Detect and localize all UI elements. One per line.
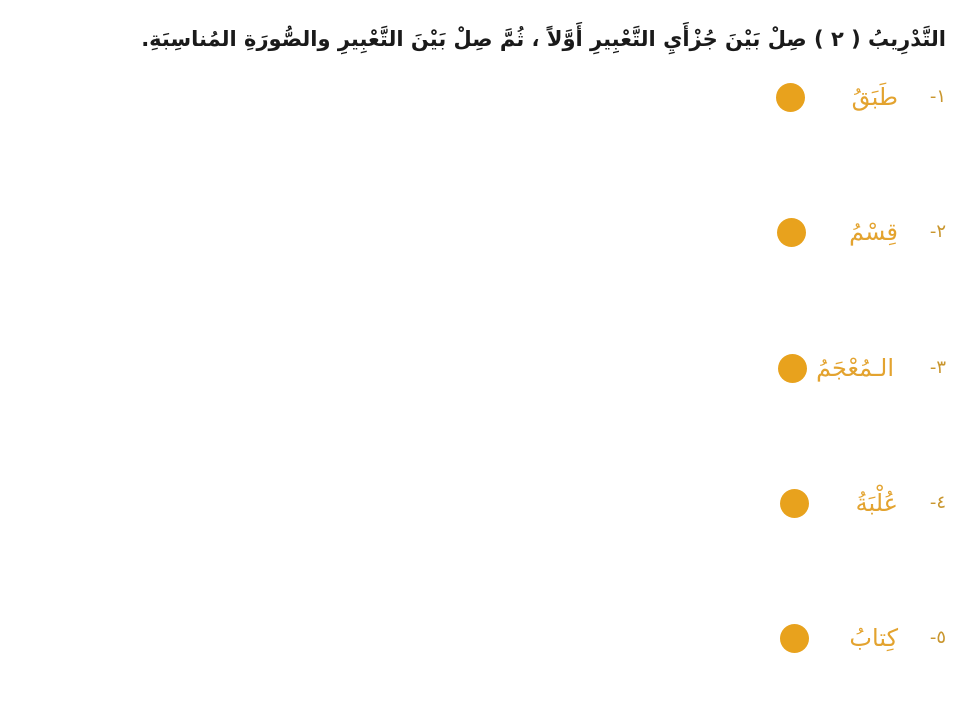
exercise-item-1: ١- طَبَقُ xyxy=(700,75,960,119)
exercise-item-2: ٢- قِسْمُ xyxy=(700,210,960,254)
item-number: ١- xyxy=(929,86,946,107)
exercise-item-3: ٣- الـمُعْجَمُ xyxy=(700,346,960,390)
connection-dot[interactable] xyxy=(780,489,809,518)
exercise-item-5: ٥- كِتابُ xyxy=(700,616,960,660)
exercise-instruction: التَّدْرِيبُ ( ٢ ) صِلْ بَيْنَ جُزْأَيِ … xyxy=(141,27,946,51)
item-number: ٥- xyxy=(929,627,946,648)
connection-dot[interactable] xyxy=(777,218,806,247)
item-number: ٤- xyxy=(929,492,946,513)
connection-dot[interactable] xyxy=(780,624,809,653)
item-number: ٢- xyxy=(929,221,946,242)
item-number: ٣- xyxy=(929,357,946,378)
exercise-item-4: ٤- عُلْبَةُ xyxy=(700,481,960,525)
connection-dot[interactable] xyxy=(778,354,807,383)
connection-dot[interactable] xyxy=(776,83,805,112)
